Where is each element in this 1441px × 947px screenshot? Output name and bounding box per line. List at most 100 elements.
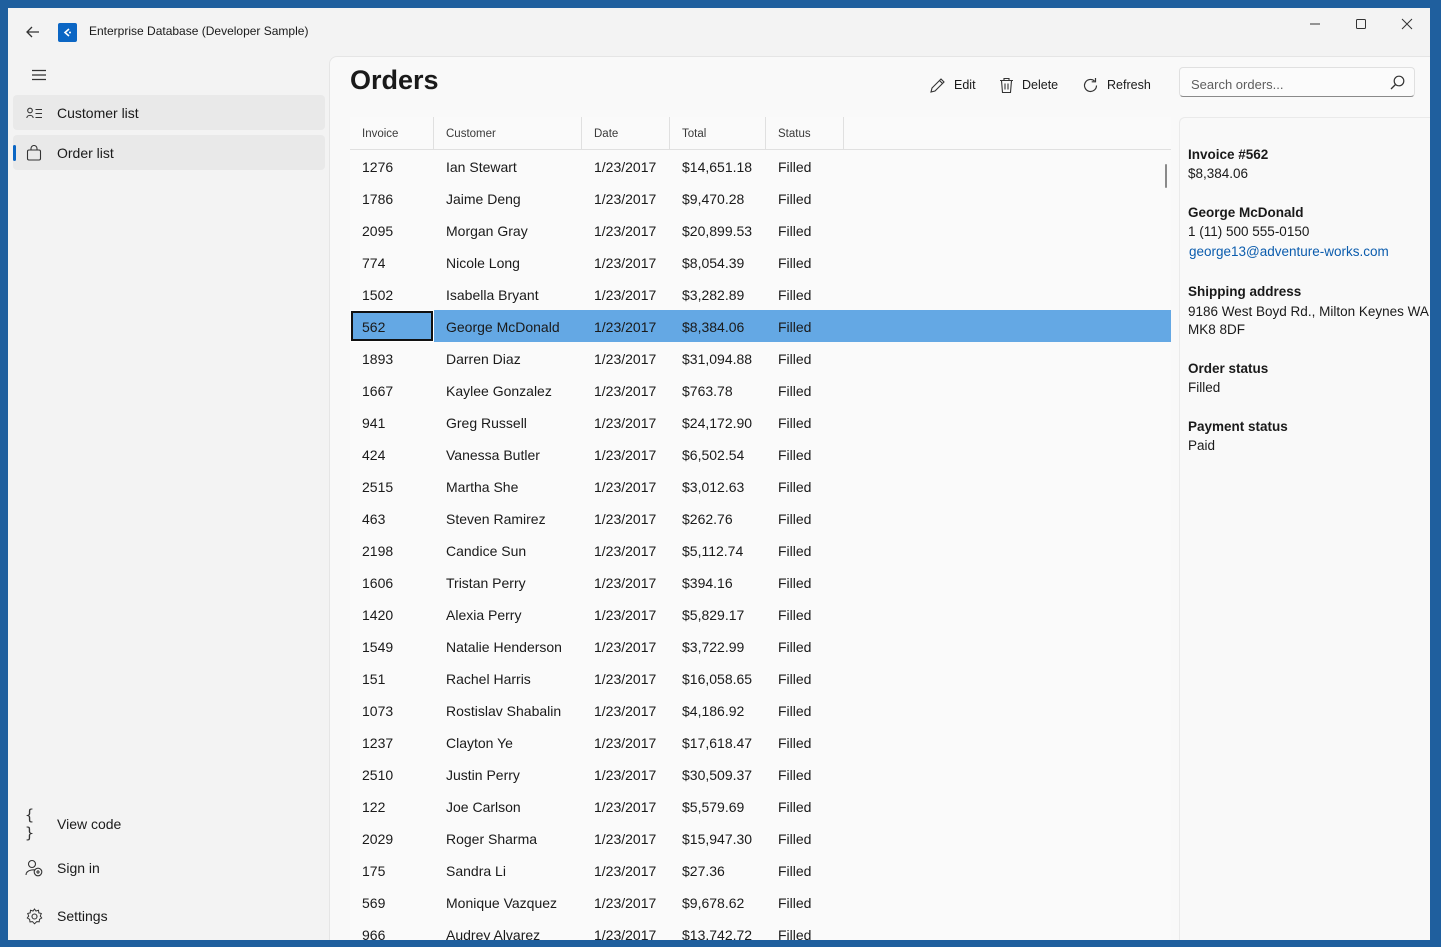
cell-status[interactable]: Filled: [766, 758, 844, 790]
table-row[interactable]: 1786 Jaime Deng 1/23/2017 $9,470.28 Filled: [350, 182, 1171, 214]
cell-date[interactable]: 1/23/2017: [582, 758, 670, 790]
vertical-scrollbar[interactable]: [1165, 164, 1167, 188]
cell-date[interactable]: 1/23/2017: [582, 662, 670, 694]
cell-invoice[interactable]: 2029: [350, 822, 434, 854]
cell-invoice[interactable]: 569: [350, 886, 434, 918]
nav-item-sign-in[interactable]: Sign in: [13, 850, 325, 886]
cell-customer[interactable]: Jaime Deng: [434, 182, 582, 214]
table-row[interactable]: 2198 Candice Sun 1/23/2017 $5,112.74 Filled: [350, 534, 1171, 566]
cell-date[interactable]: 1/23/2017: [582, 438, 670, 470]
cell-date[interactable]: 1/23/2017: [582, 310, 670, 342]
hamburger-menu-button[interactable]: [26, 62, 52, 88]
nav-item-settings[interactable]: Settings: [13, 898, 325, 934]
table-row[interactable]: 424 Vanessa Butler 1/23/2017 $6,502.54 Fille…: [350, 438, 1171, 470]
cell-date[interactable]: 1/23/2017: [582, 470, 670, 502]
cell-date[interactable]: 1/23/2017: [582, 630, 670, 662]
cell-total[interactable]: $5,829.17: [670, 598, 766, 630]
cell-status[interactable]: Filled: [766, 470, 844, 502]
cell-customer[interactable]: Darren Diaz: [434, 342, 582, 374]
cell-customer[interactable]: Joe Carlson: [434, 790, 582, 822]
cell-total[interactable]: $5,579.69: [670, 790, 766, 822]
cell-customer[interactable]: Morgan Gray: [434, 214, 582, 246]
cell-total[interactable]: $9,470.28: [670, 182, 766, 214]
cell-date[interactable]: 1/23/2017: [582, 790, 670, 822]
column-header-customer[interactable]: Customer: [434, 117, 582, 149]
table-row[interactable]: 1420 Alexia Perry 1/23/2017 $5,829.17 Filled: [350, 598, 1171, 630]
cell-status[interactable]: Filled: [766, 726, 844, 758]
cell-customer[interactable]: Steven Ramirez: [434, 502, 582, 534]
cell-invoice[interactable]: 1606: [350, 566, 434, 598]
table-row[interactable]: 774 Nicole Long 1/23/2017 $8,054.39 Filled: [350, 246, 1171, 278]
cell-customer[interactable]: Rostislav Shabalin: [434, 694, 582, 726]
cell-date[interactable]: 1/23/2017: [582, 374, 670, 406]
cell-invoice[interactable]: 2510: [350, 758, 434, 790]
cell-customer[interactable]: Natalie Henderson: [434, 630, 582, 662]
search-box[interactable]: [1179, 67, 1415, 97]
cell-total[interactable]: $20,899.53: [670, 214, 766, 246]
cell-customer[interactable]: Martha She: [434, 470, 582, 502]
cell-date[interactable]: 1/23/2017: [582, 182, 670, 214]
table-row[interactable]: 122 Joe Carlson 1/23/2017 $5,579.69 Filled: [350, 790, 1171, 822]
cell-status[interactable]: Filled: [766, 854, 844, 886]
cell-date[interactable]: 1/23/2017: [582, 342, 670, 374]
cell-status[interactable]: Filled: [766, 918, 844, 940]
cell-date[interactable]: 1/23/2017: [582, 694, 670, 726]
table-row[interactable]: 1549 Natalie Henderson 1/23/2017 $3,722.99 F…: [350, 630, 1171, 662]
cell-total[interactable]: $14,651.18: [670, 150, 766, 182]
nav-item-view-code[interactable]: { } View code: [13, 806, 325, 842]
cell-total[interactable]: $394.16: [670, 566, 766, 598]
table-row[interactable]: 1606 Tristan Perry 1/23/2017 $394.16 Filled: [350, 566, 1171, 598]
cell-customer[interactable]: George McDonald: [434, 310, 582, 342]
cell-status[interactable]: Filled: [766, 822, 844, 854]
table-row[interactable]: 941 Greg Russell 1/23/2017 $24,172.90 Filled: [350, 406, 1171, 438]
cell-customer[interactable]: Justin Perry: [434, 758, 582, 790]
edit-button[interactable]: Edit: [929, 71, 976, 99]
cell-total[interactable]: $17,618.47: [670, 726, 766, 758]
cell-customer[interactable]: Monique Vazquez: [434, 886, 582, 918]
cell-invoice[interactable]: 1276: [350, 150, 434, 182]
cell-customer[interactable]: Audrey Alvarez: [434, 918, 582, 940]
detail-email-link[interactable]: george13@adventure-works.com: [1189, 244, 1389, 259]
table-row[interactable]: 569 Monique Vazquez 1/23/2017 $9,678.62 Fill…: [350, 886, 1171, 918]
cell-date[interactable]: 1/23/2017: [582, 566, 670, 598]
cell-status[interactable]: Filled: [766, 566, 844, 598]
cell-date[interactable]: 1/23/2017: [582, 214, 670, 246]
cell-status[interactable]: Filled: [766, 630, 844, 662]
search-icon[interactable]: [1390, 75, 1405, 95]
cell-date[interactable]: 1/23/2017: [582, 534, 670, 566]
table-row[interactable]: 1667 Kaylee Gonzalez 1/23/2017 $763.78 Fille…: [350, 374, 1171, 406]
cell-invoice[interactable]: 1237: [350, 726, 434, 758]
cell-invoice[interactable]: 1786: [350, 182, 434, 214]
cell-total[interactable]: $9,678.62: [670, 886, 766, 918]
cell-status[interactable]: Filled: [766, 502, 844, 534]
close-button[interactable]: [1384, 8, 1430, 40]
cell-invoice[interactable]: 175: [350, 854, 434, 886]
cell-invoice[interactable]: 1502: [350, 278, 434, 310]
cell-date[interactable]: 1/23/2017: [582, 246, 670, 278]
cell-total[interactable]: $4,186.92: [670, 694, 766, 726]
cell-customer[interactable]: Alexia Perry: [434, 598, 582, 630]
cell-status[interactable]: Filled: [766, 534, 844, 566]
cell-total[interactable]: $763.78: [670, 374, 766, 406]
column-header-date[interactable]: Date: [582, 117, 670, 149]
table-row[interactable]: 175 Sandra Li 1/23/2017 $27.36 Filled: [350, 854, 1171, 886]
cell-total[interactable]: $5,112.74: [670, 534, 766, 566]
cell-date[interactable]: 1/23/2017: [582, 278, 670, 310]
cell-date[interactable]: 1/23/2017: [582, 854, 670, 886]
cell-invoice[interactable]: 122: [350, 790, 434, 822]
table-row[interactable]: 1276 Ian Stewart 1/23/2017 $14,651.18 Filled: [350, 150, 1171, 182]
cell-total[interactable]: $27.36: [670, 854, 766, 886]
cell-date[interactable]: 1/23/2017: [582, 726, 670, 758]
cell-total[interactable]: $15,947.30: [670, 822, 766, 854]
cell-invoice[interactable]: 966: [350, 918, 434, 940]
table-row[interactable]: 463 Steven Ramirez 1/23/2017 $262.76 Filled: [350, 502, 1171, 534]
cell-status[interactable]: Filled: [766, 182, 844, 214]
cell-invoice[interactable]: 2515: [350, 470, 434, 502]
nav-item-order-list[interactable]: Order list: [13, 135, 325, 170]
cell-total[interactable]: $3,012.63: [670, 470, 766, 502]
cell-status[interactable]: Filled: [766, 214, 844, 246]
cell-status[interactable]: Filled: [766, 406, 844, 438]
refresh-button[interactable]: Refresh: [1082, 71, 1151, 99]
cell-total[interactable]: $6,502.54: [670, 438, 766, 470]
cell-date[interactable]: 1/23/2017: [582, 406, 670, 438]
